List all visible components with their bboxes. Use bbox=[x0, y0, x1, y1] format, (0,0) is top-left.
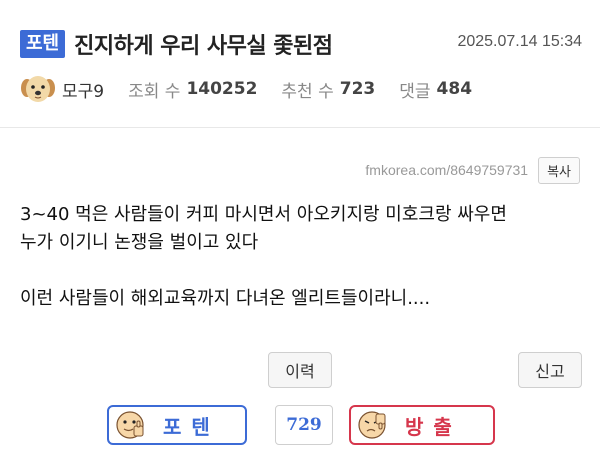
comments-count[interactable]: 484 bbox=[437, 79, 473, 99]
recommend-label: 추천 수 bbox=[281, 81, 334, 102]
poten-badge[interactable]: 포텐 bbox=[20, 30, 66, 58]
post-title: 진지하게 우리 사무실 좇된점 bbox=[74, 34, 333, 59]
post-datetime: 2025.07.14 15:34 bbox=[457, 33, 582, 50]
body-line: 이런 사람들이 해외교육까지 다녀온 엘리트들이라니.... bbox=[20, 288, 431, 309]
puppy-avatar-icon[interactable] bbox=[20, 71, 56, 107]
post-url[interactable]: fmkorea.com/8649759731 bbox=[365, 162, 528, 178]
history-button[interactable]: 이력 bbox=[268, 352, 332, 388]
share-row: fmkorea.com/8649759731 복사 bbox=[365, 156, 580, 184]
thumbs-down-face-icon bbox=[358, 411, 386, 439]
vote-up-label: 포텐 bbox=[163, 414, 220, 439]
vote-count: 729 bbox=[275, 405, 333, 445]
post-meta: 모구9 조회 수 140252 추천 수 723 댓글 484 bbox=[20, 70, 472, 108]
comments-label[interactable]: 댓글 bbox=[399, 77, 430, 102]
vote-down-label: 방출 bbox=[405, 414, 462, 439]
post-header: 포텐 진지하게 우리 사무실 좇된점 2025.07.14 15:34 bbox=[20, 26, 582, 62]
header-divider bbox=[0, 127, 600, 128]
body-line: 누가 이기니 논쟁을 벌이고 있다 bbox=[20, 232, 259, 253]
thumbs-up-face-icon bbox=[116, 411, 144, 439]
views-label: 조회 수 bbox=[128, 81, 181, 102]
vote-up-button[interactable]: 포텐 bbox=[107, 405, 247, 445]
author-name[interactable]: 모구9 bbox=[62, 77, 104, 102]
views-count: 140252 bbox=[186, 79, 258, 99]
vote-down-button[interactable]: 방출 bbox=[349, 405, 495, 445]
post-body: 3~40 먹은 사람들이 커피 마시면서 아오키지랑 미호크랑 싸우면 누가 이… bbox=[20, 201, 580, 313]
body-line: 3~40 먹은 사람들이 커피 마시면서 아오키지랑 미호크랑 싸우면 bbox=[20, 204, 507, 225]
copy-url-button[interactable]: 복사 bbox=[538, 156, 580, 184]
recommend-count: 723 bbox=[339, 79, 376, 99]
report-button[interactable]: 신고 bbox=[518, 352, 582, 388]
